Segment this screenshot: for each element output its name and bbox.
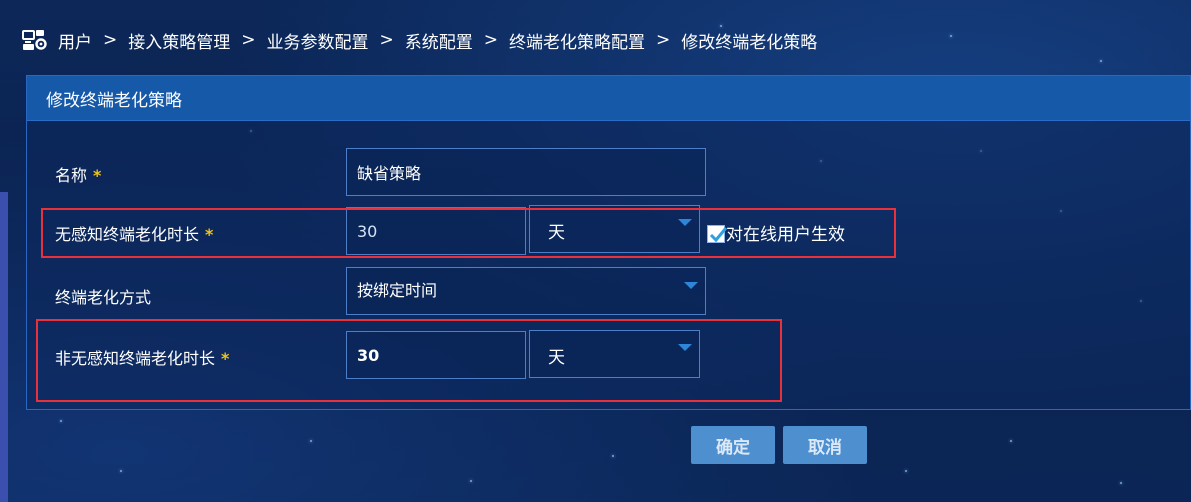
left-edge-strip [0,192,8,502]
breadcrumb-item-current: 修改终端老化策略 [681,32,818,53]
confirm-button[interactable]: 确定 [691,426,775,464]
breadcrumb-item-access-policy[interactable]: 接入策略管理 [128,28,230,53]
breadcrumb-separator: > [241,30,256,50]
breadcrumb: 用户 > 接入策略管理 > 业务参数配置 > 系统配置 > 终端老化策略配置 >… [22,27,817,53]
name-input-value: 缺省策略 [357,164,422,183]
aging-mode-value: 按绑定时间 [357,281,438,300]
breadcrumb-separator: > [656,30,671,50]
name-label-text: 名称 [55,166,88,185]
name-input[interactable]: 缺省策略 [346,148,706,196]
highlight-box [41,208,896,258]
breadcrumb-item-users[interactable]: 用户 [58,28,92,53]
required-mark: * [93,166,102,185]
breadcrumb-separator: > [103,30,118,50]
breadcrumb-separator: > [483,30,498,50]
aging-mode-label: 终端老化方式 [55,288,152,307]
breadcrumb-item-business-params[interactable]: 业务参数配置 [267,28,369,53]
highlight-box [36,319,782,402]
breadcrumb-separator: > [379,30,394,50]
network-settings-icon [22,28,48,52]
panel-title: 修改终端老化策略 [27,76,1190,121]
breadcrumb-item-system-config[interactable]: 系统配置 [405,28,473,53]
name-label: 名称 * [55,162,101,186]
chevron-down-icon [684,282,698,289]
breadcrumb-item-aging-policy-config[interactable]: 终端老化策略配置 [509,28,645,53]
cancel-button[interactable]: 取消 [783,426,867,464]
aging-mode-select[interactable]: 按绑定时间 [346,267,706,315]
